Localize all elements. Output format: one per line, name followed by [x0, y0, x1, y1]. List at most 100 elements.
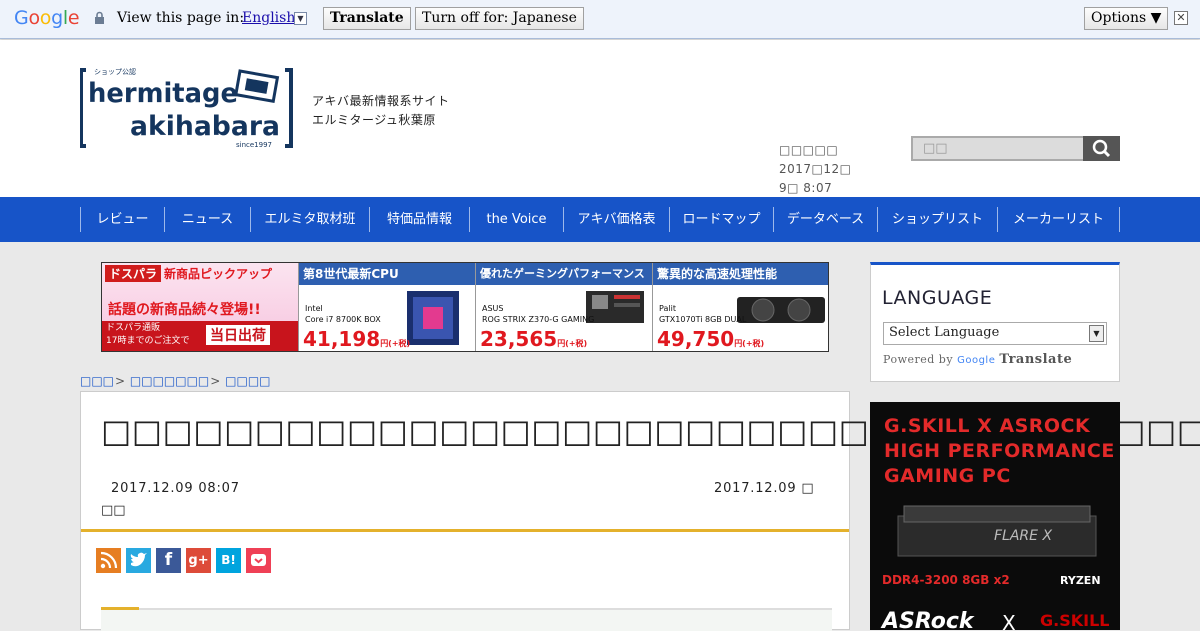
logo-line-1: hermitage — [88, 78, 238, 109]
breadcrumb-item-home[interactable]: □□□ — [80, 374, 114, 388]
dospara-banner-ad[interactable]: ドスパラ 新商品ピックアップ 話題の新商品続々登場!! ドスパラ通販 17時まで… — [101, 262, 829, 352]
gpu-image — [737, 297, 825, 323]
article-lead-accent — [101, 607, 139, 610]
banner-maker-name: Intel — [305, 304, 323, 313]
breadcrumb-item-category[interactable]: □□□□□□□ — [130, 374, 209, 388]
banner-mail-text: ドスパラ通販 17時までのご注文で — [106, 322, 189, 348]
banner-panel-cpu: 第8世代最新CPU Intel Core i7 8700K BOX 41,198… — [298, 263, 475, 351]
logo-since: since1997 — [236, 141, 272, 149]
language-widget: LANGUAGE Select Language ▼ Powered by Go… — [870, 262, 1120, 382]
rss-icon[interactable] — [96, 548, 121, 573]
google-logo-letter: e — [67, 7, 80, 29]
google-logo-letter: o — [39, 7, 52, 29]
datetime-line-1: □□□□□ 2017□12□ — [779, 143, 852, 176]
google-logo-letter: g — [51, 7, 63, 29]
ad-title-line-1: G.SKILL X ASROCK — [884, 415, 1091, 437]
nav-item-shop-list[interactable]: ショップリスト — [877, 207, 997, 232]
google-logo: Google — [14, 7, 80, 29]
ram-module-image: FLARE X — [897, 505, 1097, 557]
powered-by: Powered by Google Translate — [883, 352, 1072, 367]
close-icon[interactable]: ✕ — [1174, 11, 1188, 25]
banner-product-name: GTX1070Ti 8GB DUAL — [659, 315, 747, 324]
logo-top-text: ショップ公認 — [94, 67, 136, 76]
ryzen-logo: RYZEN — [1060, 574, 1101, 587]
turn-off-button[interactable]: Turn off for: Japanese — [415, 7, 584, 30]
banner-price-value: 23,565 — [480, 327, 558, 351]
banner-price: 23,565円(+税) — [480, 327, 587, 351]
language-title: LANGUAGE — [882, 287, 993, 309]
banner-price: 41,198円(+税) — [303, 327, 410, 351]
site-header: ショップ公認 hermitage akihabara since1997 アキバ… — [0, 40, 1200, 197]
banner-headline: 優れたゲーミングパフォーマンス — [480, 267, 645, 280]
banner-price-tax: 円(+税) — [734, 339, 765, 348]
nav-item-reporting[interactable]: エルミタ取材班 — [250, 207, 369, 232]
banner-same-day: 当日出荷 — [206, 325, 270, 345]
ad-title-line-2: HIGH PERFORMANCE — [884, 440, 1115, 462]
google-plus-icon[interactable]: g+ — [186, 548, 211, 573]
site-logo[interactable]: ショップ公認 hermitage akihabara since1997 — [80, 67, 294, 149]
translate-label[interactable]: Translate — [999, 352, 1072, 367]
asrock-logo: ASRock — [882, 609, 974, 630]
pocket-icon[interactable] — [246, 548, 271, 573]
article-lead-box — [101, 608, 832, 631]
cpu-box-image — [407, 291, 459, 345]
ad-title-line-3: GAMING PC — [884, 465, 1011, 487]
main-nav: レビュー ニュース エルミタ取材班 特価品情報 the Voice アキバ価格表… — [0, 197, 1200, 242]
nav-item-price-list[interactable]: アキバ価格表 — [563, 207, 669, 232]
nav-item-the-voice[interactable]: the Voice — [469, 207, 563, 232]
article-published-date: 2017.12.09 08:07 — [111, 481, 240, 496]
language-link[interactable]: English — [242, 10, 295, 26]
breadcrumb-separator: > — [115, 374, 126, 388]
logo-line-2: akihabara — [130, 111, 280, 142]
gskill-asrock-ad[interactable]: G.SKILL X ASROCK HIGH PERFORMANCE GAMING… — [870, 402, 1120, 630]
language-select[interactable]: Select Language ▼ — [883, 322, 1107, 345]
nav-item-roadmap[interactable]: ロードマップ — [669, 207, 773, 232]
banner-panel-intro: ドスパラ 新商品ピックアップ 話題の新商品続々登場!! ドスパラ通販 17時まで… — [102, 263, 298, 351]
tagline-line-1: アキバ最新情報系サイト — [312, 94, 450, 108]
banner-maker-name: Palit — [659, 304, 676, 313]
breadcrumb-item-subcategory[interactable]: □□□□ — [225, 374, 270, 388]
breadcrumb: □□□> □□□□□□□> □□□□ — [80, 374, 271, 388]
banner-maker: Intel Core i7 8700K BOX — [305, 303, 381, 325]
google-logo-letter: G — [14, 7, 29, 29]
nav-item-deals[interactable]: 特価品情報 — [369, 207, 469, 232]
article-divider — [81, 529, 849, 532]
banner-new-items: 新商品ピックアップ — [164, 267, 273, 281]
banner-price: 49,750円(+税) — [657, 327, 764, 351]
banner-price-tax: 円(+税) — [380, 339, 411, 348]
current-datetime: □□□□□ 2017□12□ 9□ 8:07 — [779, 141, 904, 198]
banner-shop-logo: ドスパラ — [105, 265, 162, 282]
tagline: アキバ最新情報系サイト エルミタージュ秋葉原 — [312, 92, 450, 130]
banner-maker: Palit GTX1070Ti 8GB DUAL — [659, 303, 746, 325]
banner-price-tax: 円(+税) — [557, 339, 588, 348]
banner-headline: 第8世代最新CPU — [303, 267, 399, 281]
view-page-label: View this page in: — [117, 10, 245, 26]
banner-price-value: 49,750 — [657, 327, 735, 351]
options-button[interactable]: Options ▼ — [1084, 7, 1169, 30]
banner-hot-text: 話題の新商品続々登場!! — [108, 302, 261, 318]
chevron-down-icon[interactable]: ▼ — [1089, 325, 1104, 342]
article-author: □□ — [101, 503, 126, 518]
banner-mail-line-1: ドスパラ通販 — [106, 323, 161, 333]
search-button[interactable] — [1083, 136, 1120, 161]
breadcrumb-separator: > — [210, 374, 221, 388]
language-dropdown-icon[interactable]: ▼ — [294, 12, 307, 25]
nav-item-database[interactable]: データベース — [773, 207, 877, 232]
google-logo-letter: o — [28, 7, 40, 29]
nav-item-news[interactable]: ニュース — [164, 207, 250, 232]
twitter-icon[interactable] — [126, 548, 151, 573]
nav-item-review[interactable]: レビュー — [80, 207, 164, 232]
nav-item-maker-list[interactable]: メーカーリスト — [997, 207, 1119, 232]
google-small-logo: Google — [957, 355, 996, 366]
ad-spec: DDR4-3200 8GB x2 — [882, 573, 1010, 587]
hatena-bookmark-icon[interactable]: B! — [216, 548, 241, 573]
powered-by-label: Powered by — [883, 353, 954, 366]
facebook-icon[interactable]: f — [156, 548, 181, 573]
banner-price-value: 41,198 — [303, 327, 381, 351]
banner-mail-line-2: 17時までのご注文で — [106, 336, 190, 346]
search-icon — [1092, 139, 1111, 158]
translate-bar: Google View this page in: English ▼ Tran… — [0, 0, 1200, 39]
search-input[interactable]: □□ — [911, 136, 1083, 161]
lock-icon — [95, 11, 104, 24]
translate-button[interactable]: Translate — [323, 7, 411, 30]
